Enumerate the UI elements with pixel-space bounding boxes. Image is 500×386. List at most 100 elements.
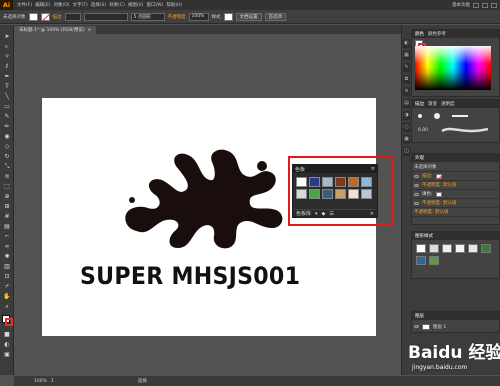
menu-window[interactable]: 窗口(W) bbox=[146, 2, 163, 8]
artboard-number[interactable]: 1 bbox=[51, 379, 54, 384]
direct-selection-tool-icon[interactable]: ▹ bbox=[3, 43, 11, 50]
menu-help[interactable]: 帮助(H) bbox=[166, 2, 182, 8]
dock-brush-icon[interactable]: ✎ bbox=[403, 63, 410, 72]
workspace-switcher[interactable]: 基本功能 bbox=[452, 2, 470, 8]
graphic-style-thumb[interactable] bbox=[442, 244, 452, 253]
line-tool-icon[interactable]: ╲ bbox=[3, 93, 11, 100]
stroke-label[interactable]: 描边 bbox=[53, 14, 62, 20]
gradient-tool-icon[interactable]: ▤ bbox=[3, 223, 11, 230]
artboard-tool-icon[interactable]: ⊡ bbox=[3, 273, 11, 280]
minimize-button[interactable] bbox=[473, 2, 479, 8]
variable-width-field[interactable] bbox=[83, 12, 128, 21]
hand-tool-icon[interactable]: ✋ bbox=[3, 293, 11, 300]
dock-transparency-icon[interactable]: ◑ bbox=[403, 111, 410, 120]
stroke-swatch[interactable] bbox=[40, 12, 50, 21]
zoom-level[interactable]: 100% bbox=[34, 379, 47, 384]
graphic-style-thumb[interactable] bbox=[429, 244, 439, 253]
menu-edit[interactable]: 编辑(E) bbox=[35, 2, 50, 8]
blend-tool-icon[interactable]: ∞ bbox=[3, 243, 11, 250]
brush-stroke-preview[interactable] bbox=[440, 124, 490, 136]
menu-view[interactable]: 视图(V) bbox=[128, 2, 144, 8]
eyedropper-tool-icon[interactable]: ⌐ bbox=[3, 233, 11, 240]
graphic-style-thumb[interactable] bbox=[429, 256, 439, 265]
menu-object[interactable]: 对象(O) bbox=[53, 2, 69, 8]
maximize-button[interactable] bbox=[482, 2, 488, 8]
opacity-field[interactable]: 100% bbox=[188, 12, 209, 21]
graphic-style-thumb[interactable] bbox=[416, 256, 426, 265]
stroke-color-box[interactable] bbox=[5, 318, 13, 326]
draw-mode-icon[interactable]: ◐ bbox=[3, 341, 11, 348]
scale-tool-icon[interactable]: ⤡ bbox=[3, 163, 11, 170]
color-mode-icon[interactable]: ■ bbox=[3, 331, 11, 338]
menu-type[interactable]: 文字(T) bbox=[73, 2, 88, 8]
menu-effect[interactable]: 效果(C) bbox=[109, 2, 125, 8]
selection-tool-icon[interactable]: ➤ bbox=[3, 33, 11, 40]
stroke-weight-field[interactable] bbox=[64, 12, 81, 21]
slice-tool-icon[interactable]: ⌿ bbox=[3, 283, 11, 290]
graphic-style-thumb[interactable] bbox=[416, 244, 426, 253]
brush-medium-icon[interactable] bbox=[434, 113, 440, 119]
dock-layers-icon[interactable]: ◫ bbox=[403, 147, 410, 156]
perspective-grid-tool-icon[interactable]: ⊞ bbox=[3, 203, 11, 210]
dock-gradient-icon[interactable]: ▤ bbox=[403, 99, 410, 108]
rectangle-tool-icon[interactable]: ▭ bbox=[3, 103, 11, 110]
magic-wand-tool-icon[interactable]: ✧ bbox=[3, 53, 11, 60]
menu-file[interactable]: 文件(F) bbox=[17, 2, 32, 8]
fill-swatch-mini[interactable] bbox=[435, 191, 442, 197]
tab-color-guide[interactable]: 颜色参考 bbox=[428, 31, 446, 37]
opacity-label[interactable]: 不透明度 bbox=[168, 14, 186, 20]
close-tab-icon[interactable]: × bbox=[88, 28, 92, 33]
ink-splash-logo[interactable] bbox=[120, 148, 290, 250]
visibility-eye-icon[interactable] bbox=[414, 192, 419, 196]
eraser-tool-icon[interactable]: ◇ bbox=[3, 143, 11, 150]
dock-graphic-styles-icon[interactable]: ▣ bbox=[403, 135, 410, 144]
graphic-style-thumb[interactable] bbox=[481, 244, 491, 253]
visibility-eye-icon[interactable] bbox=[414, 201, 419, 205]
menu-select[interactable]: 选择(S) bbox=[91, 2, 106, 8]
shape-builder-tool-icon[interactable]: ⊕ bbox=[3, 193, 11, 200]
preferences-button[interactable]: 首选项 bbox=[264, 12, 286, 21]
tab-stroke[interactable]: 描边 bbox=[415, 101, 424, 107]
dock-stroke-icon[interactable]: ≡ bbox=[403, 87, 410, 96]
appearance-row-fill[interactable]: 填色: bbox=[411, 190, 500, 199]
visibility-eye-icon[interactable] bbox=[414, 183, 419, 187]
blob-brush-tool-icon[interactable]: ◉ bbox=[3, 133, 11, 140]
visibility-eye-icon[interactable] bbox=[414, 325, 419, 328]
pen-tool-icon[interactable]: ✒ bbox=[3, 73, 11, 80]
lasso-tool-icon[interactable]: ℓ bbox=[3, 63, 11, 70]
dock-swatch-icon[interactable]: ▦ bbox=[403, 51, 410, 60]
fill-swatch[interactable] bbox=[28, 12, 38, 21]
stroke-swatch-mini[interactable] bbox=[435, 173, 443, 180]
document-setup-button[interactable]: 文档设置 bbox=[235, 12, 262, 21]
close-window-button[interactable] bbox=[491, 2, 497, 8]
symbol-sprayer-tool-icon[interactable]: ✺ bbox=[3, 253, 11, 260]
tab-gradient[interactable]: 渐变 bbox=[428, 101, 437, 107]
graph-tool-icon[interactable]: ▥ bbox=[3, 263, 11, 270]
appearance-row-stroke-opacity[interactable]: 不透明度: 默认值 bbox=[411, 181, 500, 190]
color-spectrum[interactable] bbox=[415, 46, 491, 90]
appearance-row-stroke[interactable]: 描边: bbox=[411, 172, 500, 181]
dock-appearance-icon[interactable]: ○ bbox=[403, 123, 410, 132]
rotate-tool-icon[interactable]: ↻ bbox=[3, 153, 11, 160]
graphic-style-thumb[interactable] bbox=[468, 244, 478, 253]
document-tab[interactable]: 未标题-1* @ 100% (RGB/预览) × bbox=[14, 26, 97, 34]
layer-row[interactable]: 图层 1 bbox=[414, 322, 498, 331]
type-tool-icon[interactable]: T bbox=[3, 83, 11, 90]
free-transform-tool-icon[interactable]: ⬚ bbox=[3, 183, 11, 190]
brush-small-icon[interactable] bbox=[418, 114, 422, 118]
tab-color[interactable]: 颜色 bbox=[415, 31, 424, 37]
mesh-tool-icon[interactable]: # bbox=[3, 213, 11, 220]
dock-symbol-icon[interactable]: ✿ bbox=[403, 75, 410, 84]
appearance-row-fill-opacity[interactable]: 不透明度: 默认值 bbox=[411, 199, 500, 208]
zoom-tool-icon[interactable]: ⌕ bbox=[3, 303, 11, 310]
width-tool-icon[interactable]: ≋ bbox=[3, 173, 11, 180]
visibility-eye-icon[interactable] bbox=[414, 174, 419, 178]
brush-line-icon[interactable] bbox=[452, 115, 468, 117]
screen-mode-icon[interactable]: ▣ bbox=[3, 351, 11, 358]
tab-transparency[interactable]: 透明度 bbox=[441, 101, 455, 107]
dock-color-icon[interactable]: ◐ bbox=[403, 39, 410, 48]
pencil-tool-icon[interactable]: ✏ bbox=[3, 123, 11, 130]
paintbrush-tool-icon[interactable]: ✎ bbox=[3, 113, 11, 120]
graphic-style-thumb[interactable] bbox=[455, 244, 465, 253]
brush-definition-field[interactable]: 5 点圆形 bbox=[130, 12, 165, 21]
